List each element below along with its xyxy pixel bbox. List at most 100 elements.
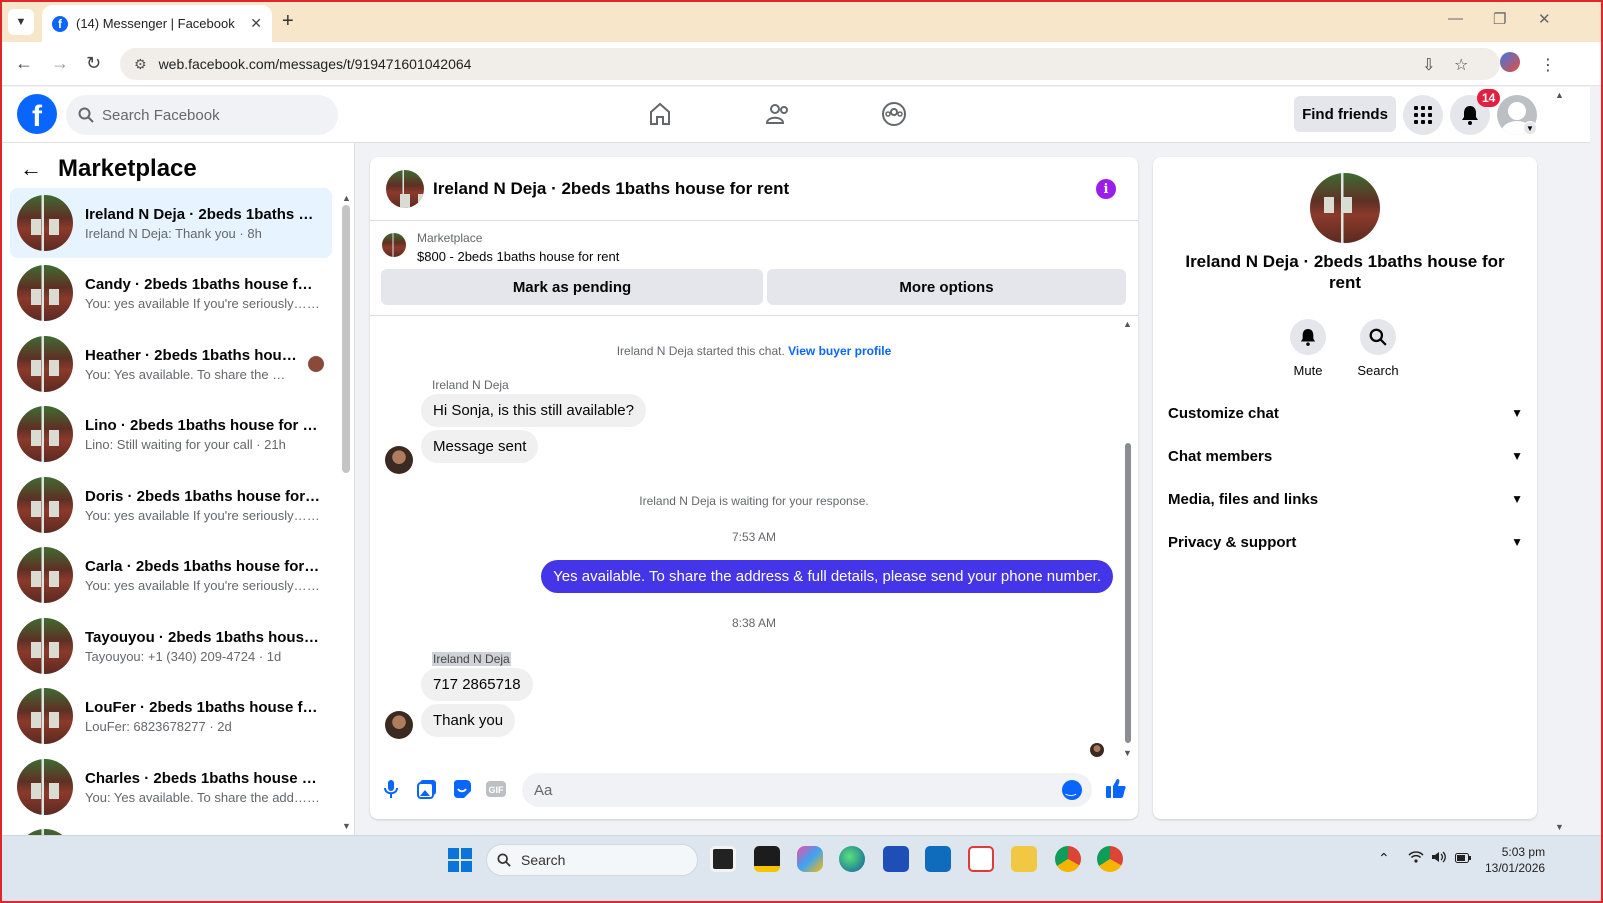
listing-title[interactable]: $800 - 2beds 1baths house for rent <box>417 249 619 264</box>
search-action[interactable]: Search <box>1348 319 1408 378</box>
chat-avatar[interactable] <box>386 169 424 208</box>
conversation-item[interactable]: Ireland N Deja · 2beds 1baths house for … <box>10 188 332 258</box>
task-view-icon[interactable] <box>710 846 736 872</box>
back-icon[interactable]: ← <box>15 53 33 74</box>
battery-icon[interactable] <box>1455 850 1471 866</box>
incoming-message[interactable]: Message sent <box>421 430 539 463</box>
page-scroll-up-icon[interactable]: ▲ <box>1555 90 1564 100</box>
bookmark-star-icon[interactable]: ☆ <box>1454 55 1468 75</box>
conversation-item[interactable] <box>10 822 332 835</box>
conversation-item[interactable]: Tayouyou · 2beds 1baths house for rent T… <box>10 611 332 681</box>
bell-icon[interactable] <box>1290 319 1326 355</box>
url-omnibox[interactable]: ⚙ web.facebook.com/messages/t/9194716010… <box>120 48 1500 80</box>
chrome-profile-2-icon[interactable] <box>1097 846 1123 872</box>
edge-browser-icon[interactable] <box>839 846 865 872</box>
view-buyer-profile-link[interactable]: View buyer profile <box>788 344 891 358</box>
conversation-preview: Tayouyou: +1 (340) 209-4724 · 1d <box>85 648 282 664</box>
conversation-name: Doris · 2beds 1baths house for rent <box>85 487 321 505</box>
reload-icon[interactable]: ↻ <box>86 53 101 74</box>
chevron-down-icon: ▼ <box>1511 492 1523 506</box>
microsoft-store-icon[interactable] <box>883 846 909 872</box>
list-scrollbar[interactable] <box>342 205 350 473</box>
facebook-search-input[interactable]: Search Facebook <box>66 95 338 135</box>
thread-scrollbar[interactable] <box>1125 443 1131 743</box>
listing-thumbnail[interactable] <box>382 233 406 257</box>
wifi-icon[interactable] <box>1408 850 1424 866</box>
page-scroll-down-icon[interactable]: ▼ <box>1555 822 1564 832</box>
thread-scroll-down-icon[interactable]: ▼ <box>1123 748 1132 758</box>
conversation-info-icon[interactable]: i <box>1096 179 1116 199</box>
copilot-icon[interactable] <box>797 846 823 872</box>
svg-text:GIF: GIF <box>489 785 505 795</box>
thumbs-up-icon[interactable] <box>1105 777 1127 804</box>
facebook-logo-icon[interactable]: f <box>17 94 57 134</box>
customize-chat-section[interactable]: Customize chat ▼ <box>1168 398 1523 428</box>
taskbar-search[interactable]: Search <box>486 844 698 876</box>
site-info-icon[interactable]: ⚙ <box>134 56 147 73</box>
incoming-message[interactable]: Thank you <box>421 704 516 737</box>
privacy-support-section[interactable]: Privacy & support ▼ <box>1168 527 1523 557</box>
home-icon[interactable] <box>648 101 672 132</box>
chevron-down-icon: ▼ <box>1511 406 1523 420</box>
forward-icon[interactable]: → <box>51 53 69 74</box>
incoming-message[interactable]: Hi Sonja, is this still available? <box>421 394 646 427</box>
conversation-item[interactable]: Heather · 2beds 1baths house for rent Yo… <box>10 329 332 399</box>
media-files-links-section[interactable]: Media, files and links ▼ <box>1168 484 1523 514</box>
file-explorer-icon[interactable] <box>1011 846 1037 872</box>
microphone-icon[interactable] <box>384 779 398 804</box>
conversation-item[interactable]: Charles · 2beds 1baths house for rent Yo… <box>10 752 332 822</box>
back-arrow-icon[interactable]: ← <box>20 156 42 182</box>
sender-avatar[interactable] <box>385 446 413 474</box>
show-hidden-icons-chevron-icon[interactable]: ⌃ <box>1378 850 1390 867</box>
conversation-item[interactable]: Candy · 2beds 1baths house for rent You:… <box>10 258 332 328</box>
sender-avatar[interactable] <box>385 711 413 739</box>
outlook-icon[interactable] <box>925 846 951 872</box>
browser-tab-messenger[interactable]: f (14) Messenger | Facebook ✕ <box>42 5 272 42</box>
snipping-tool-icon[interactable] <box>968 846 994 872</box>
search-icon[interactable] <box>1360 319 1396 355</box>
restore-icon[interactable]: ❐ <box>1493 10 1506 28</box>
sticky-notes-icon[interactable] <box>754 846 780 872</box>
mark-as-pending-button[interactable]: Mark as pending <box>381 269 763 305</box>
account-chevron-icon[interactable]: ▼ <box>1523 121 1537 135</box>
conversation-preview: You: yes available If you're seriously… … <box>85 295 321 311</box>
browser-profile-avatar[interactable] <box>1500 52 1520 72</box>
groups-icon[interactable] <box>881 101 907 132</box>
conversation-name: Tayouyou · 2beds 1baths house for rent <box>85 628 321 646</box>
window-close-icon[interactable]: ✕ <box>1538 10 1551 28</box>
incoming-message[interactable]: 717 2865718 <box>421 668 533 701</box>
conversation-item[interactable]: Carla · 2beds 1baths house for rent You:… <box>10 540 332 610</box>
conversation-item[interactable]: Doris · 2beds 1baths house for rent You:… <box>10 470 332 540</box>
tab-search-chevron-icon[interactable]: ▼ <box>8 9 34 35</box>
photo-icon[interactable] <box>417 779 437 804</box>
windows-start-icon[interactable] <box>448 848 472 872</box>
conversation-item[interactable]: Lino · 2beds 1baths house for rent Lino:… <box>10 399 332 469</box>
message-input[interactable]: Aa <box>522 773 1092 807</box>
find-friends-button[interactable]: Find friends <box>1294 96 1396 132</box>
chat-title[interactable]: Ireland N Deja · 2beds 1baths house for … <box>433 179 789 199</box>
new-tab-icon[interactable]: + <box>282 10 294 33</box>
menu-grid-icon[interactable] <box>1403 95 1443 135</box>
chat-members-section[interactable]: Chat members ▼ <box>1168 441 1523 471</box>
browser-menu-icon[interactable]: ⋮ <box>1540 55 1556 75</box>
sticker-icon[interactable] <box>452 779 472 804</box>
thread-scroll-up-icon[interactable]: ▲ <box>1123 319 1132 329</box>
install-app-icon[interactable]: ⇩ <box>1422 55 1435 75</box>
message-composer: GIF Aa <box>370 767 1138 813</box>
contact-avatar[interactable] <box>1310 173 1380 243</box>
outgoing-message[interactable]: Yes available. To share the address & fu… <box>541 560 1113 593</box>
volume-icon[interactable] <box>1431 850 1447 866</box>
more-options-button[interactable]: More options <box>767 269 1126 305</box>
tab-close-icon[interactable]: ✕ <box>250 15 262 32</box>
gif-icon[interactable]: GIF <box>486 781 506 802</box>
mute-action[interactable]: Mute <box>1278 319 1338 378</box>
minimize-icon[interactable]: — <box>1448 10 1463 27</box>
conversation-item[interactable]: LouFer · 2beds 1baths house for rent Lou… <box>10 681 332 751</box>
emoji-icon[interactable] <box>1062 780 1082 800</box>
list-scroll-down-icon[interactable]: ▼ <box>342 821 351 831</box>
friends-icon[interactable] <box>765 101 791 132</box>
conversation-preview: You: yes available If you're seriously… … <box>85 507 321 523</box>
list-scroll-up-icon[interactable]: ▲ <box>342 193 351 203</box>
chrome-profile-1-icon[interactable] <box>1055 846 1081 872</box>
system-clock[interactable]: 5:03 pm 13/01/2026 <box>1485 844 1545 876</box>
